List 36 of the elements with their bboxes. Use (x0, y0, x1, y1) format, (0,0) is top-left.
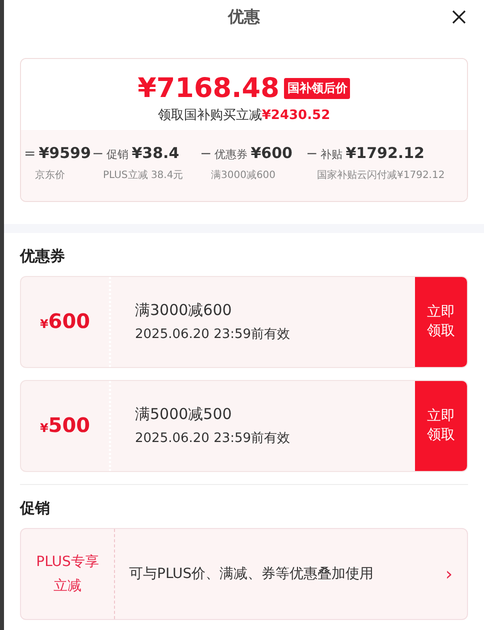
coupon-value: 600 (48, 309, 90, 333)
operator-sign: = (24, 146, 36, 162)
currency-sign: ¥ (40, 317, 48, 331)
section-title: 优惠券 (20, 247, 66, 266)
breakdown-note: 满3000减600 (210, 168, 276, 182)
breakdown-note: PLUS立减 38.4元 (102, 168, 184, 182)
section-title: 促销 (20, 499, 51, 518)
breakdown-label: 促销 (106, 146, 129, 162)
breakdown-amount: ¥38.4 (132, 144, 180, 162)
breakdown-amount: ¥9599 (38, 144, 91, 162)
operator-sign: − (200, 146, 212, 162)
coupon-condition: 满3000减600 (135, 301, 233, 320)
breakdown-note: 京东价 (34, 168, 65, 182)
panel-title: 优惠 (228, 7, 260, 28)
chevron-icon: › (431, 529, 467, 619)
coupon-value: 500 (48, 413, 90, 437)
coupon-validity: 2025.06.20 23:59前有效 (135, 430, 292, 447)
operator-sign: − (92, 146, 104, 162)
breakdown-amount: ¥600 (250, 144, 292, 162)
promotion-card[interactable]: PLUS专享立减 可与PLUS价、满减、券等优惠叠加使用 › (20, 528, 468, 620)
promotion-description: 可与PLUS价、满减、券等优惠叠加使用 (128, 565, 375, 584)
promotion-tag: PLUS专享立减 (21, 529, 115, 619)
final-price: ¥7168.48 (138, 74, 280, 104)
saving-text: 领取国补购买立减¥2430.52 (158, 106, 330, 124)
currency-sign: ¥ (40, 421, 48, 435)
coupon-validity: 2025.06.20 23:59前有效 (135, 326, 292, 343)
breakdown-label: 优惠券 (214, 146, 248, 162)
breakdown-amount: ¥1792.12 (346, 144, 424, 162)
breakdown-note: 国家补贴云闪付减¥1792.12 (316, 168, 445, 182)
claim-button[interactable]: 立即领取 (415, 381, 467, 471)
breakdown-label: 补贴 (320, 146, 343, 162)
operator-sign: − (306, 146, 318, 162)
close-icon[interactable] (451, 9, 467, 25)
coupon-condition: 满5000减500 (135, 405, 233, 424)
price-tag: 国补领后价 (284, 78, 350, 100)
claim-button[interactable]: 立即领取 (415, 277, 467, 367)
